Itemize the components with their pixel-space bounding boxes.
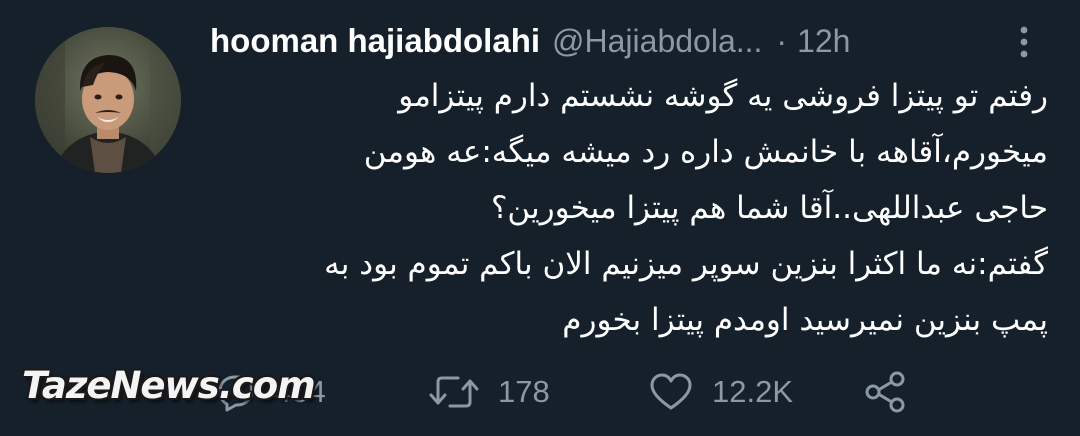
tweet-text-line: رفتم تو پیتزا فروشی یه گوشه نشستم دارم پ… [398,78,1048,114]
author-handle[interactable]: @Hajiabdola... [552,23,762,60]
retweet-button[interactable]: 178 [428,360,550,424]
tweet-time[interactable]: 12h [797,23,850,60]
tweet-header: hooman hajiabdolahi @Hajiabdola... · 12h [210,18,850,64]
heart-icon [650,373,692,410]
tweet-text-line: پمپ بنزین نمیرسید اومدم پیتزا بخورم [562,302,1048,338]
like-count: 12.2K [712,374,794,409]
share-icon [865,371,905,413]
tweet-text-line: میخورم،آقاهه با خانمش داره رد میشه میگه:… [363,134,1048,170]
header-separator: · [776,22,788,59]
share-button[interactable] [862,360,908,424]
more-options-button[interactable] [1010,24,1038,60]
like-button[interactable]: 12.2K [648,360,793,424]
tweet: hooman hajiabdolahi @Hajiabdola... · 12h… [0,0,1080,436]
watermark: TazeNews.com [22,364,316,407]
avatar[interactable] [35,27,181,173]
tweet-text-line: حاجی عبداللهی..آقا شما هم پیتزا میخورین؟ [490,190,1048,226]
retweet-count: 178 [498,374,550,409]
more-vertical-icon [1020,26,1028,58]
tweet-text: رفتم تو پیتزا فروشی یه گوشه نشستم دارم پ… [262,68,1048,348]
tweet-text-line: گفتم:نه ما اکثرا بنزین سوپر میزنیم الان … [324,246,1048,282]
author-name[interactable]: hooman hajiabdolahi [210,22,540,60]
retweet-icon [429,376,479,408]
